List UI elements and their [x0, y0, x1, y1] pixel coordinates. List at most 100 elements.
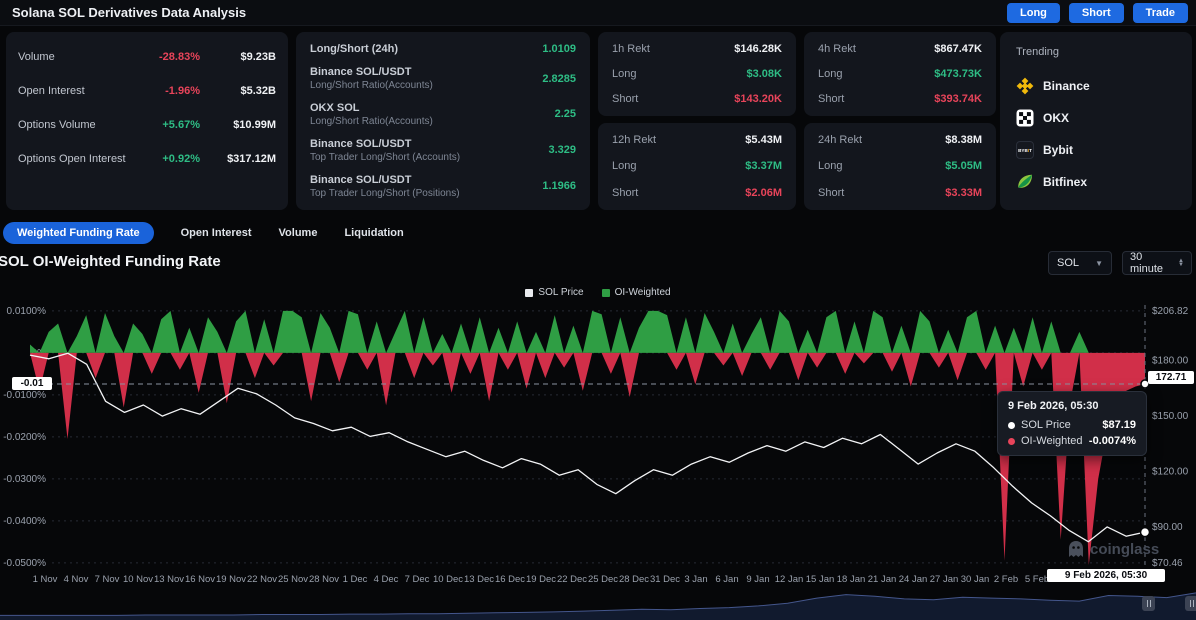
tooltip-value: $87.19: [1102, 419, 1136, 431]
ls-row-okx-accounts[interactable]: OKX SOLLong/Short Ratio(Accounts) 2.25: [296, 102, 590, 127]
ls-value: 1.0109: [542, 43, 576, 55]
okx-icon: [1016, 109, 1034, 127]
svg-text:0.0100%: 0.0100%: [7, 306, 47, 317]
tab-open-interest[interactable]: Open Interest: [181, 227, 252, 239]
svg-text:13 Dec: 13 Dec: [464, 574, 494, 585]
svg-text:-0.0300%: -0.0300%: [3, 474, 46, 485]
ls-value: 2.8285: [542, 73, 576, 85]
chart-tooltip: 9 Feb 2026, 05:30 SOL Price $87.19 OI-We…: [997, 391, 1147, 456]
legend-swatch: [525, 289, 533, 297]
trending-item-okx[interactable]: OKX: [1016, 102, 1176, 134]
chart-legend: SOL Price OI-Weighted: [0, 287, 1196, 298]
rekt-short-label: Short: [818, 187, 844, 199]
stat-row-options-open-interest: Options Open Interest +0.92% $317.12M: [6, 142, 288, 176]
trending-item-bitfinex[interactable]: Bitfinex: [1016, 166, 1176, 198]
rekt-total: $8.38M: [945, 134, 982, 146]
svg-text:28 Dec: 28 Dec: [619, 574, 649, 585]
spinner-icon: ▲▼: [1178, 259, 1184, 267]
rekt-card-12h: 12h Rekt$5.43M Long$3.37M Short$2.06M: [598, 123, 796, 210]
trending-item-bybit[interactable]: BYBIT Bybit: [1016, 134, 1176, 166]
stat-label: Options Volume: [18, 119, 96, 131]
svg-text:1 Dec: 1 Dec: [343, 574, 368, 585]
tab-liquidation[interactable]: Liquidation: [344, 227, 403, 239]
trending-item-label: OKX: [1043, 111, 1069, 125]
top-header: Solana SOL Derivatives Data Analysis Lon…: [0, 0, 1196, 26]
symbol-select-value: SOL: [1057, 257, 1079, 269]
red-dot-icon: [1008, 438, 1015, 445]
svg-text:28 Nov: 28 Nov: [309, 574, 339, 585]
trade-button[interactable]: Trade: [1133, 3, 1188, 23]
svg-text:-0.0400%: -0.0400%: [3, 516, 46, 527]
stat-label: Options Open Interest: [18, 153, 126, 165]
svg-text:1 Nov: 1 Nov: [33, 574, 58, 585]
svg-text:-0.0100%: -0.0100%: [3, 390, 46, 401]
navigator-handle-left[interactable]: [1142, 596, 1155, 611]
rekt-title: 4h Rekt: [818, 43, 856, 55]
rekt-long-label: Long: [612, 160, 636, 172]
svg-text:19 Nov: 19 Nov: [216, 574, 246, 585]
navigator-chart[interactable]: [0, 588, 1196, 620]
legend-sol-price[interactable]: SOL Price: [525, 287, 583, 298]
symbol-select[interactable]: SOL ▼: [1048, 251, 1112, 275]
rekt-title: 24h Rekt: [818, 134, 862, 146]
ls-row-binance-accounts[interactable]: Binance SOL/USDTLong/Short Ratio(Account…: [296, 66, 590, 91]
coinglass-watermark: coinglass: [1068, 540, 1159, 558]
long-button[interactable]: Long: [1007, 3, 1060, 23]
tooltip-row-funding: OI-Weighted -0.0074%: [1008, 435, 1136, 447]
rekt-long-value: $3.08K: [747, 68, 782, 80]
stat-row-open-interest: Open Interest -1.96% $5.32B: [6, 74, 288, 108]
svg-text:$70.46: $70.46: [1152, 558, 1183, 569]
svg-text:16 Nov: 16 Nov: [185, 574, 215, 585]
ls-value: 1.1966: [542, 180, 576, 192]
ls-title: Binance SOL/USDT: [310, 138, 460, 150]
rekt-long-value: $5.05M: [945, 160, 982, 172]
trending-item-label: Binance: [1043, 79, 1090, 93]
binance-icon: [1016, 77, 1034, 95]
rekt-short-label: Short: [612, 187, 638, 199]
ghost-icon: [1068, 540, 1084, 558]
stat-value: $317.12M: [200, 153, 276, 165]
chart-tabs: Weighted Funding Rate Open Interest Volu…: [3, 221, 404, 245]
rekt-total: $867.47K: [934, 43, 982, 55]
svg-text:19 Dec: 19 Dec: [526, 574, 556, 585]
derivatives-dashboard: Solana SOL Derivatives Data Analysis Lon…: [0, 0, 1196, 620]
tooltip-label: SOL Price: [1021, 419, 1071, 431]
ls-row-24h[interactable]: Long/Short (24h) 1.0109: [296, 43, 590, 55]
chart-title: SOL OI-Weighted Funding Rate: [0, 253, 221, 270]
bitfinex-icon: [1016, 173, 1034, 191]
rekt-short-value: $143.20K: [734, 93, 782, 105]
ls-title: Binance SOL/USDT: [310, 66, 433, 78]
ls-row-top-trader-accounts[interactable]: Binance SOL/USDTTop Trader Long/Short (A…: [296, 138, 590, 163]
white-dot-icon: [1008, 422, 1015, 429]
legend-label: OI-Weighted: [615, 287, 671, 298]
rekt-long-label: Long: [818, 160, 842, 172]
interval-select[interactable]: 30 minute ▲▼: [1122, 251, 1192, 275]
svg-text:4 Dec: 4 Dec: [374, 574, 399, 585]
tooltip-value: -0.0074%: [1089, 435, 1136, 447]
svg-text:6 Jan: 6 Jan: [715, 574, 738, 585]
rekt-long-label: Long: [818, 68, 842, 80]
ls-row-top-trader-positions[interactable]: Binance SOL/USDTTop Trader Long/Short (P…: [296, 174, 590, 199]
svg-text:3 Jan: 3 Jan: [684, 574, 707, 585]
legend-oi-weighted[interactable]: OI-Weighted: [602, 287, 671, 298]
rekt-card-1h: 1h Rekt$146.28K Long$3.08K Short$143.20K: [598, 32, 796, 116]
svg-text:$206.82: $206.82: [1152, 306, 1189, 317]
svg-text:7 Dec: 7 Dec: [405, 574, 430, 585]
market-stats-panel: Volume -28.83% $9.23B Open Interest -1.9…: [6, 32, 288, 210]
short-button[interactable]: Short: [1069, 3, 1124, 23]
rekt-short-value: $2.06M: [745, 187, 782, 199]
stat-change: +0.92%: [138, 153, 200, 165]
rekt-total: $146.28K: [734, 43, 782, 55]
svg-text:4 Nov: 4 Nov: [64, 574, 89, 585]
svg-text:2 Feb: 2 Feb: [994, 574, 1018, 585]
tab-weighted-funding-rate[interactable]: Weighted Funding Rate: [3, 222, 154, 244]
trending-panel: Trending Binance: [1000, 32, 1192, 210]
svg-text:30 Jan: 30 Jan: [961, 574, 990, 585]
navigator-handle-right[interactable]: [1185, 596, 1196, 611]
stat-value: $9.23B: [200, 51, 276, 63]
svg-text:27 Jan: 27 Jan: [930, 574, 959, 585]
tab-volume[interactable]: Volume: [279, 227, 318, 239]
svg-text:12 Jan: 12 Jan: [775, 574, 804, 585]
svg-text:5 Feb: 5 Feb: [1025, 574, 1049, 585]
trending-item-binance[interactable]: Binance: [1016, 70, 1176, 102]
